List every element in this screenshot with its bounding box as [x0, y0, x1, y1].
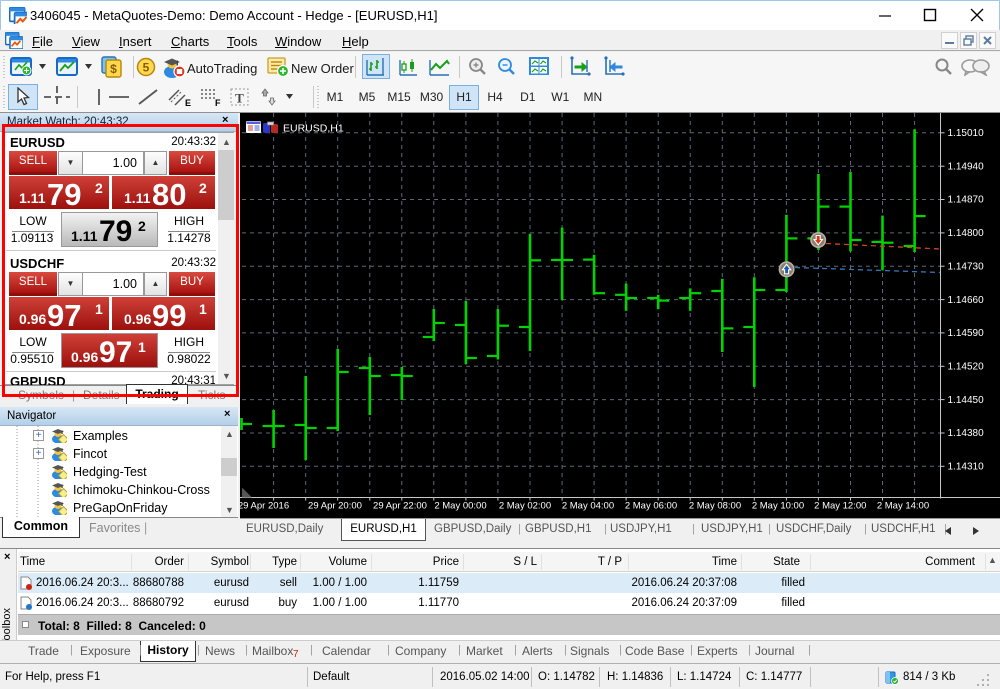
svg-text:2 May 10:00: 2 May 10:00 [752, 501, 804, 512]
svg-text:1.14730: 1.14730 [948, 261, 985, 272]
svg-text:5: 5 [143, 61, 150, 75]
svg-text:1.14380: 1.14380 [948, 428, 985, 439]
svg-text:1.14940: 1.14940 [948, 161, 985, 172]
svg-text:29 Apr 22:00: 29 Apr 22:00 [373, 501, 427, 512]
svg-text:1.14450: 1.14450 [948, 395, 985, 406]
svg-text:1.14590: 1.14590 [948, 328, 985, 339]
svg-text:2 May 08:00: 2 May 08:00 [689, 501, 741, 512]
svg-text:2 May 06:00: 2 May 06:00 [625, 501, 677, 512]
svg-text:$: $ [110, 62, 117, 76]
svg-text:1.14520: 1.14520 [948, 362, 985, 373]
svg-text:EURUSD,H1: EURUSD,H1 [283, 123, 344, 135]
svg-text:1.15010: 1.15010 [948, 128, 985, 139]
svg-text:2 May 12:00: 2 May 12:00 [814, 501, 866, 512]
svg-text:E: E [185, 98, 191, 108]
svg-text:2 May 04:00: 2 May 04:00 [562, 501, 614, 512]
svg-text:1.14870: 1.14870 [948, 195, 985, 206]
svg-text:29 Apr 20:00: 29 Apr 20:00 [308, 501, 362, 512]
svg-text:1.14660: 1.14660 [948, 295, 985, 306]
svg-text:2 May 00:00: 2 May 00:00 [434, 501, 486, 512]
svg-text:1.14800: 1.14800 [948, 228, 985, 239]
svg-text:F: F [215, 98, 221, 108]
svg-text:T: T [235, 91, 244, 106]
svg-text:2 May 02:00: 2 May 02:00 [499, 501, 551, 512]
svg-text:2 May 14:00: 2 May 14:00 [877, 501, 929, 512]
svg-text:29 Apr 2016: 29 Apr 2016 [240, 501, 289, 512]
svg-text:1.14310: 1.14310 [948, 462, 985, 473]
